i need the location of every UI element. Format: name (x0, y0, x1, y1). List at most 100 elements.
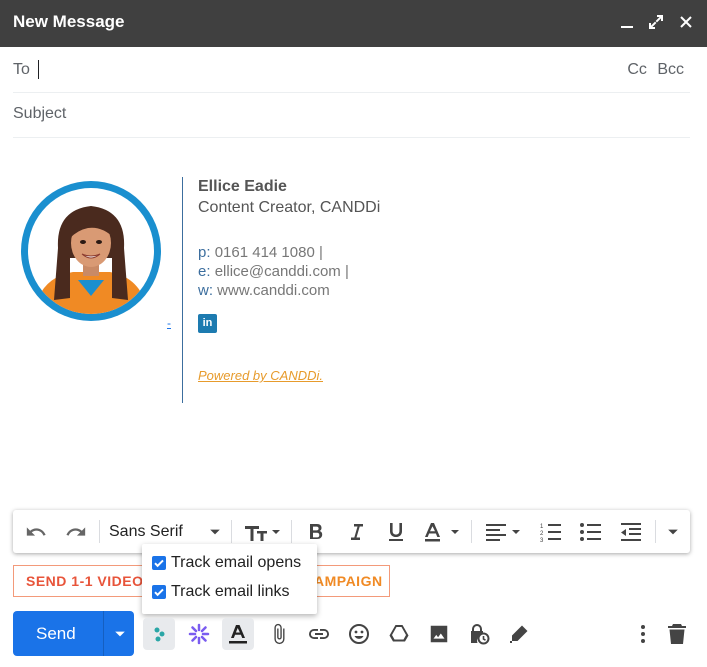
signature-divider (182, 177, 183, 403)
track-opens-checkbox[interactable] (152, 556, 166, 570)
undo-button[interactable] (21, 510, 51, 553)
bcc-link[interactable]: Bcc (657, 61, 684, 78)
redo-icon (66, 526, 86, 536)
avatar-portrait (28, 188, 154, 314)
checkmark-icon (154, 559, 164, 568)
svg-text:1: 1 (540, 524, 544, 530)
insert-emoji-button[interactable] (343, 618, 375, 650)
chevron-down-icon (210, 529, 220, 534)
svg-text:2: 2 (540, 531, 544, 537)
bold-icon (310, 523, 323, 539)
phone-key: p: (198, 244, 211, 261)
subject-label: Subject (13, 105, 67, 122)
drive-icon (389, 625, 409, 642)
signature-web[interactable]: www.canddi.com (217, 282, 330, 299)
signature-role: Content Creator, CANDDi (198, 199, 381, 216)
signature-name: Ellice Eadie (198, 178, 287, 195)
signature-web-line: w: www.canddi.com (198, 282, 330, 299)
linkedin-icon[interactable]: in (198, 314, 217, 333)
send-button[interactable]: Send (13, 611, 134, 656)
track-links-checkbox[interactable] (152, 585, 166, 599)
send-options-button[interactable] (104, 611, 134, 656)
more-options-button[interactable] (627, 618, 659, 650)
send-label: Send (36, 624, 76, 643)
numbered-list-button[interactable]: 1 2 3 (535, 510, 567, 553)
align-left-icon (486, 523, 520, 541)
more-vert-icon (641, 625, 645, 643)
to-field[interactable]: To Cc Bcc (13, 48, 690, 93)
canddi-tracking-button[interactable] (143, 618, 175, 650)
window-title: New Message (13, 12, 125, 31)
italic-button[interactable] (341, 510, 371, 553)
tracking-popup: Track email opens Track email links (142, 544, 317, 614)
cc-link[interactable]: Cc (627, 61, 647, 78)
indent-less-button[interactable] (615, 510, 647, 553)
italic-icon (351, 523, 363, 540)
formatting-options-button[interactable] (222, 618, 254, 650)
checkmark-icon (154, 588, 164, 597)
cc-bcc-links: Cc Bcc (621, 61, 684, 79)
confidential-mode-button[interactable] (463, 618, 495, 650)
link-icon (309, 629, 329, 639)
email-key: e: (198, 263, 211, 280)
signature-email-line: e: ellice@canddi.com | (198, 263, 349, 280)
align-button[interactable] (481, 510, 527, 553)
trash-icon (668, 624, 686, 644)
chevron-down-icon (115, 631, 125, 637)
track-links-label: Track email links (171, 583, 290, 600)
font-family-value: Sans Serif (109, 522, 183, 540)
photo-icon (430, 625, 448, 643)
insert-signature-button[interactable] (503, 618, 535, 650)
pen-icon (510, 625, 528, 643)
send-video-button[interactable]: SEND 1-1 VIDEO (26, 573, 143, 589)
toolbar-separator (655, 520, 656, 543)
text-color-button[interactable] (421, 510, 467, 553)
toolbar-separator (471, 520, 472, 543)
text-size-icon (245, 525, 280, 541)
sparkle-icon (188, 623, 210, 645)
insert-drive-button[interactable] (383, 618, 415, 650)
underline-button[interactable] (381, 510, 411, 553)
bulleted-list-button[interactable] (575, 510, 607, 553)
campaign-button[interactable]: AMPAIGN (314, 573, 383, 589)
toolbar-separator (99, 520, 100, 543)
underline-icon (389, 522, 403, 541)
numbered-list-icon: 1 2 3 (540, 523, 561, 543)
more-formatting-button[interactable] (661, 510, 685, 553)
formatting-toolbar: Sans Serif 1 2 3 (13, 510, 690, 553)
toolbar-separator (291, 520, 292, 543)
expand-icon[interactable] (646, 12, 666, 32)
close-icon[interactable] (676, 12, 696, 32)
signature-phone: 0161 414 1080 | (214, 244, 323, 261)
emoji-icon (349, 624, 369, 644)
insert-photo-button[interactable] (423, 618, 455, 650)
lock-clock-icon (471, 624, 490, 645)
bulleted-list-icon (580, 522, 601, 541)
compose-title-bar: New Message (0, 0, 707, 47)
toolbar-separator (231, 520, 232, 543)
to-label: To (13, 61, 30, 78)
magic-button[interactable] (183, 618, 215, 650)
text-color-icon (425, 522, 459, 541)
chevron-down-icon (668, 529, 678, 534)
text-format-icon (229, 625, 247, 644)
track-links-option[interactable]: Track email links (152, 583, 290, 601)
canddi-tracking-icon (154, 627, 165, 642)
indent-less-icon (621, 522, 641, 541)
subject-field[interactable]: Subject (13, 93, 690, 138)
undo-icon (26, 526, 46, 536)
signature-email[interactable]: ellice@canddi.com | (215, 263, 349, 280)
redo-button[interactable] (61, 510, 91, 553)
svg-text:3: 3 (540, 538, 544, 543)
minimize-icon[interactable] (617, 12, 637, 32)
track-opens-option[interactable]: Track email opens (152, 554, 301, 572)
signature-image-link[interactable]: - (167, 316, 171, 330)
powered-by-link[interactable]: Powered by CANDDi. (198, 368, 323, 383)
signature-phone-line: p: 0161 414 1080 | (198, 244, 323, 261)
text-cursor (38, 60, 39, 79)
track-opens-label: Track email opens (171, 554, 302, 571)
insert-link-button[interactable] (303, 618, 335, 650)
attach-files-button[interactable] (263, 618, 295, 650)
paperclip-icon (274, 623, 285, 645)
discard-draft-button[interactable] (661, 618, 693, 650)
